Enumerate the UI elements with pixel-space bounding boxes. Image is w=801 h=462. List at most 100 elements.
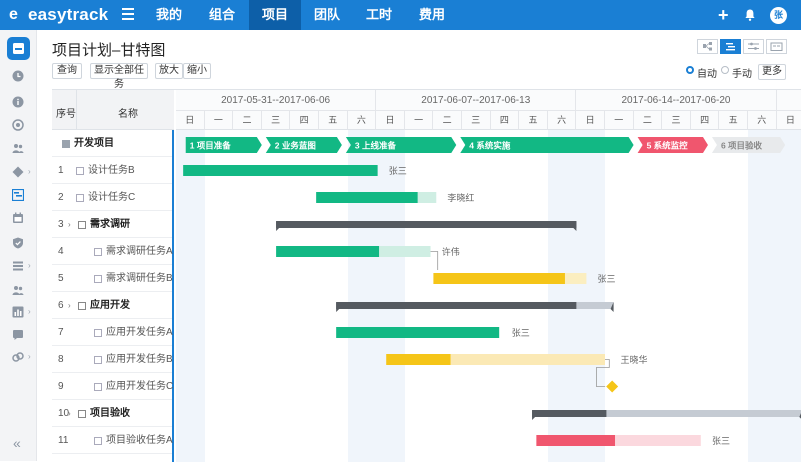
task-row[interactable]: 开发项目 xyxy=(52,130,172,157)
sidebar: › › › › « xyxy=(0,30,37,461)
logo-mark: e xyxy=(9,6,18,23)
show-all-tasks-button[interactable]: 显示全部任务 xyxy=(90,63,148,90)
task-row[interactable]: 2 设计任务C xyxy=(52,184,172,211)
task-row[interactable]: 1 设计任务B xyxy=(52,157,172,184)
user-avatar[interactable]: 张 xyxy=(770,7,787,24)
gantt-grid: 序号 名称 开发项目 1 设计任务B 2 设计任务C 3 › 需求调研 4 需求调研任务A 5 需求调… xyxy=(52,89,801,462)
task-list-panel: 序号 名称 开发项目 1 设计任务B 2 设计任务C 3 › 需求调研 4 需求调研任务A 5 需求调… xyxy=(52,90,174,462)
task-bar[interactable] xyxy=(386,354,451,365)
summary-bar-remaining[interactable] xyxy=(606,410,801,417)
link-icon[interactable] xyxy=(12,351,24,363)
calendar-icon[interactable] xyxy=(12,212,24,224)
list-icon[interactable] xyxy=(12,260,24,272)
assignee-label: 张三 xyxy=(597,274,616,284)
users-icon[interactable] xyxy=(12,284,24,296)
expand-chevron-icon[interactable]: › xyxy=(68,211,71,238)
task-index: 6 xyxy=(58,300,64,311)
add-icon[interactable]: + xyxy=(718,4,729,26)
query-button[interactable]: 查询 xyxy=(52,63,82,79)
task-name: 开发项目 xyxy=(74,138,114,149)
bell-icon[interactable] xyxy=(745,9,755,21)
shield-icon[interactable] xyxy=(12,237,24,249)
task-bar-remaining[interactable] xyxy=(417,192,437,203)
summary-bar-remaining[interactable] xyxy=(576,302,614,309)
phase-label: 5 系统监控 xyxy=(647,141,689,151)
manual-mode-radio[interactable] xyxy=(721,66,729,74)
zoom-out-button[interactable]: 缩小 xyxy=(183,63,211,79)
task-index: 5 xyxy=(58,273,64,284)
view-gantt-button[interactable] xyxy=(720,39,741,54)
hamburger-menu-icon[interactable] xyxy=(122,8,134,22)
nav-timesheet[interactable]: 工时 xyxy=(357,0,401,30)
task-bar-remaining[interactable] xyxy=(564,273,587,284)
task-row[interactable]: 6 › 应用开发 xyxy=(52,292,172,319)
task-name: 应用开发 xyxy=(90,300,130,311)
view-board-button[interactable] xyxy=(766,39,787,54)
nav-expense[interactable]: 费用 xyxy=(410,0,454,30)
inbox-icon[interactable] xyxy=(7,37,30,60)
task-bar-remaining[interactable] xyxy=(450,354,605,365)
summary-bar[interactable] xyxy=(532,410,607,417)
chat-icon[interactable] xyxy=(12,329,24,341)
nav-project[interactable]: 项目 xyxy=(249,0,301,30)
task-name: 需求调研任务A xyxy=(106,246,173,257)
gantt-icon[interactable] xyxy=(12,189,24,201)
assignee-label: 许伟 xyxy=(441,247,460,257)
task-row[interactable]: 3 › 需求调研 xyxy=(52,211,172,238)
phase-label: 4 系统实施 xyxy=(469,141,511,151)
collapse-sidebar-icon[interactable]: « xyxy=(13,435,21,451)
info-icon[interactable] xyxy=(12,96,24,108)
clock-icon[interactable] xyxy=(12,70,24,82)
nav-portfolio[interactable]: 组合 xyxy=(200,0,244,30)
task-icon xyxy=(94,383,102,391)
phase-label: 2 业务蓝图 xyxy=(275,141,316,151)
task-index: 7 xyxy=(58,327,64,338)
task-bar[interactable] xyxy=(183,165,378,176)
task-bar[interactable] xyxy=(316,192,418,203)
assignee-label: 李晓红 xyxy=(447,193,475,203)
people-icon[interactable] xyxy=(12,142,24,154)
task-bar-remaining[interactable] xyxy=(379,246,431,257)
expand-chevron-icon[interactable]: › xyxy=(68,400,71,427)
task-index: 2 xyxy=(58,192,64,203)
task-icon xyxy=(94,275,102,283)
task-bar[interactable] xyxy=(336,327,500,338)
task-bar[interactable] xyxy=(536,435,616,446)
task-bar[interactable] xyxy=(276,246,380,257)
task-row[interactable]: 8 应用开发任务B xyxy=(52,346,173,373)
task-bar[interactable] xyxy=(433,273,565,284)
diamond-icon[interactable] xyxy=(12,166,24,178)
task-name: 应用开发任务A xyxy=(106,327,173,338)
chevron-right-icon[interactable]: › xyxy=(28,307,31,316)
milestone-marker[interactable] xyxy=(606,380,619,393)
task-row[interactable]: 4 需求调研任务A xyxy=(52,238,173,265)
summary-bar[interactable] xyxy=(276,221,577,228)
task-row[interactable]: 9 应用开发任务C xyxy=(52,373,173,400)
more-button[interactable]: 更多 xyxy=(758,64,786,80)
task-bar-remaining[interactable] xyxy=(615,435,701,446)
chevron-right-icon[interactable]: › xyxy=(28,352,31,361)
expand-chevron-icon[interactable]: › xyxy=(68,292,71,319)
zoom-in-button[interactable]: 放大 xyxy=(155,63,183,79)
folder-icon xyxy=(78,302,86,310)
task-row[interactable]: 5 需求调研任务B xyxy=(52,265,173,292)
nav-team[interactable]: 团队 xyxy=(305,0,349,30)
chevron-right-icon[interactable]: › xyxy=(28,167,31,176)
view-settings-button[interactable] xyxy=(743,39,764,54)
report-icon[interactable] xyxy=(12,306,24,318)
summary-bar[interactable] xyxy=(336,302,577,309)
chevron-right-icon[interactable]: › xyxy=(28,261,31,270)
task-name: 需求调研 xyxy=(90,219,130,230)
view-network-button[interactable] xyxy=(697,39,718,54)
task-row[interactable]: 11 项目验收任务A xyxy=(52,427,173,454)
task-row[interactable]: 10 › 项目验收 xyxy=(52,400,172,427)
nav-mine[interactable]: 我的 xyxy=(147,0,191,30)
task-icon xyxy=(94,248,102,256)
auto-mode-radio[interactable] xyxy=(686,66,694,74)
folder-icon xyxy=(78,221,86,229)
target-icon[interactable] xyxy=(12,119,24,131)
easytrack-logo[interactable]: e easytrack xyxy=(9,5,109,25)
task-index: 8 xyxy=(58,354,64,365)
task-index: 4 xyxy=(58,246,64,257)
task-row[interactable]: 7 应用开发任务A xyxy=(52,319,173,346)
